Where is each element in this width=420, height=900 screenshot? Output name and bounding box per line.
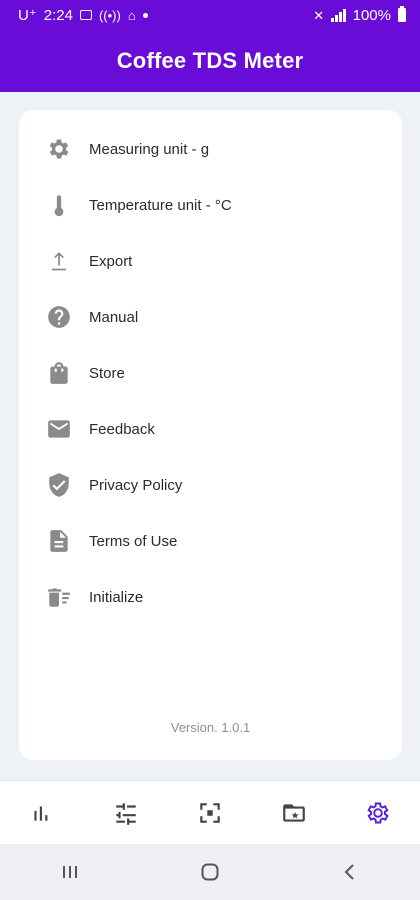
nav-item-scan[interactable] (180, 783, 240, 843)
menu-item-export[interactable]: Export (19, 233, 402, 289)
shield-check-icon (45, 471, 73, 499)
home-button[interactable] (180, 847, 240, 897)
status-bar: U⁺ 2:24 ((•)) ⌂ ✕ 100% (0, 0, 420, 30)
menu-item-label: Privacy Policy (89, 476, 183, 494)
back-button[interactable] (320, 847, 380, 897)
trash-list-icon (45, 583, 73, 611)
bar-chart-icon (34, 806, 48, 821)
system-navigation-bar (0, 844, 420, 900)
more-notifications-icon (142, 12, 148, 18)
mail-icon (45, 415, 73, 443)
nav-item-stats[interactable] (12, 783, 72, 843)
folder-star-icon (283, 803, 305, 822)
nfc-notification-icon: ((•)) (98, 7, 121, 23)
menu-item-label: Initialize (89, 588, 144, 606)
recent-apps-icon (63, 866, 77, 878)
signal-icon (331, 8, 346, 22)
settings-icon (367, 801, 389, 824)
menu-item-initialize[interactable]: Initialize (19, 569, 402, 625)
menu-item-label: Manual (89, 308, 139, 326)
menu-item-manual[interactable]: Manual (19, 289, 402, 345)
battery-percent: 100% (352, 6, 391, 24)
settings-menu: Measuring unit - g Temperature unit - °C… (19, 110, 402, 625)
menu-item-feedback[interactable]: Feedback (19, 401, 402, 457)
time-label: 2:24 (43, 6, 73, 24)
menu-item-label: Temperature unit - °C (89, 196, 232, 214)
scan-icon (200, 802, 220, 823)
shopping-bag-icon (45, 359, 73, 387)
help-icon (45, 303, 73, 331)
menu-item-temperature-unit[interactable]: Temperature unit - °C (19, 177, 402, 233)
menu-item-measuring-unit[interactable]: Measuring unit - g (19, 121, 402, 177)
sliders-icon (116, 802, 136, 825)
version-label: Version. 1.0.1 (170, 720, 251, 735)
recent-apps-button[interactable] (40, 847, 100, 897)
settings-card: Measuring unit - g Temperature unit - °C… (19, 110, 402, 760)
menu-item-privacy-policy[interactable]: Privacy Policy (19, 457, 402, 513)
thermometer-icon (45, 191, 73, 219)
nav-item-saved[interactable] (264, 783, 324, 843)
menu-item-label: Feedback (89, 420, 155, 438)
menu-item-label: Export (89, 252, 133, 270)
app-bar: Coffee TDS Meter (0, 30, 420, 92)
menu-item-label: Measuring unit - g (89, 140, 210, 158)
status-left: U⁺ 2:24 ((•)) ⌂ (18, 6, 148, 24)
menu-item-label: Store (89, 364, 125, 382)
carrier-label: U⁺ (18, 7, 37, 24)
bottom-navigation (0, 780, 420, 844)
back-icon (344, 864, 354, 880)
page-title: Coffee TDS Meter (116, 48, 304, 73)
document-icon (45, 527, 73, 555)
gallery-notification-icon (79, 10, 92, 20)
home-icon (201, 863, 219, 881)
home-notification-icon: ⌂ (127, 7, 136, 23)
menu-item-store[interactable]: Store (19, 345, 402, 401)
gear-icon (45, 135, 73, 163)
menu-item-label: Terms of Use (89, 532, 178, 550)
mute-icon: ✕ (313, 7, 325, 23)
nav-item-adjust[interactable] (96, 783, 156, 843)
upload-icon (45, 247, 73, 275)
nav-item-settings[interactable] (348, 783, 408, 843)
battery-icon (398, 6, 406, 22)
status-right: ✕ 100% (313, 6, 406, 24)
menu-item-terms-of-use[interactable]: Terms of Use (19, 513, 402, 569)
